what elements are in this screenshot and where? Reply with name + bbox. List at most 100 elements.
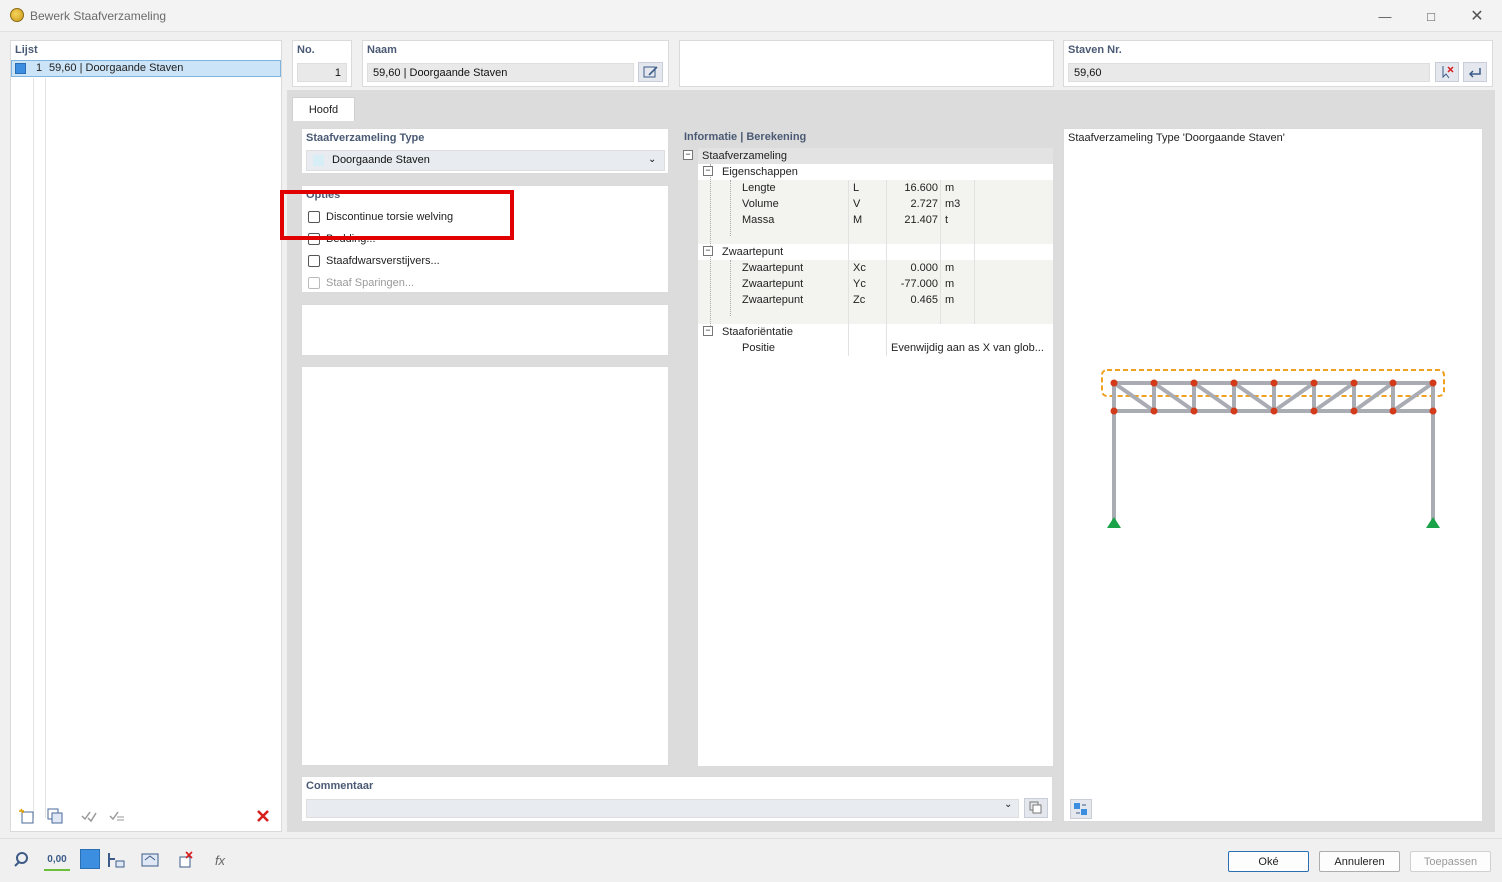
- function-icon: fx: [214, 852, 226, 868]
- collapse-icon[interactable]: −: [683, 150, 693, 160]
- view-button[interactable]: [138, 849, 162, 871]
- row-value: -77.000: [900, 278, 938, 290]
- preview-panel: Staafverzameling Type 'Doorgaande Staven…: [1063, 128, 1483, 822]
- list-item[interactable]: 1 59,60 | Doorgaande Staven: [11, 60, 281, 77]
- new-item-button[interactable]: [15, 805, 39, 827]
- search-button[interactable]: [10, 849, 34, 871]
- select-button[interactable]: [174, 849, 198, 871]
- collapse-icon[interactable]: −: [703, 166, 713, 176]
- chevron-down-icon: ⌄: [648, 154, 657, 165]
- naam-field[interactable]: 59,60 | Doorgaande Staven: [367, 63, 634, 82]
- check-all-button[interactable]: [77, 805, 101, 827]
- ok-button[interactable]: Oké: [1228, 851, 1309, 872]
- checkbox: [308, 277, 320, 289]
- color-button[interactable]: [80, 849, 100, 869]
- delete-item-button[interactable]: [251, 805, 275, 827]
- minimize-button[interactable]: —: [1362, 0, 1408, 32]
- column-divider: [940, 180, 941, 324]
- row-symbol: M: [853, 214, 863, 226]
- formula-button[interactable]: fx: [208, 849, 232, 871]
- tree-guide: [45, 78, 46, 818]
- tree-root-label: Staafverzameling: [702, 150, 787, 162]
- checkbox[interactable]: [308, 255, 320, 267]
- select-members-button[interactable]: [1435, 62, 1459, 82]
- empty-panel: [301, 304, 669, 356]
- option-staaf-sparingen: Staaf Sparingen...: [308, 276, 508, 292]
- row-value: 21.407: [904, 214, 938, 226]
- pick-cursor-icon: [1442, 66, 1454, 79]
- table-row: Positie Evenwijdig aan as X van glob...: [698, 340, 1053, 356]
- row-value: 0.465: [910, 294, 938, 306]
- row-unit: m: [945, 182, 955, 194]
- table-row: Zwaartepunt Yc -77.000 m: [698, 276, 1053, 292]
- type-header: Staafverzameling Type: [306, 132, 425, 144]
- row-value: Evenwijdig aan as X van glob...: [891, 342, 1044, 354]
- units-button[interactable]: 0,00: [44, 849, 70, 871]
- info-panel: Informatie | Berekening Staafverzameling…: [679, 128, 1054, 766]
- tree-group[interactable]: Staaforiëntatie: [698, 324, 1053, 340]
- collapse-icon[interactable]: −: [703, 246, 713, 256]
- row-name: Positie: [742, 342, 776, 354]
- empty-panel: [301, 366, 669, 766]
- uncheck-all-button[interactable]: [105, 805, 129, 827]
- comment-header: Commentaar: [306, 780, 374, 792]
- tree-line: [730, 180, 731, 236]
- table-row: Zwaartepunt Zc 0.465 m: [698, 292, 1053, 308]
- naam-box: Naam 59,60 | Doorgaande Staven: [362, 40, 669, 87]
- close-button[interactable]: ✕: [1454, 0, 1500, 32]
- collapse-icon[interactable]: −: [703, 326, 713, 336]
- tree-line: [730, 260, 731, 316]
- return-arrow-icon: [1468, 68, 1481, 78]
- row-name: Lengte: [742, 182, 776, 194]
- row-name: Volume: [742, 198, 779, 210]
- list-panel: Lijst 1 59,60 | Doorgaande Staven: [10, 40, 282, 832]
- cancel-button[interactable]: Annuleren: [1319, 851, 1400, 872]
- row-name: Zwaartepunt: [742, 294, 804, 306]
- maximize-button[interactable]: □: [1408, 0, 1454, 32]
- tab-hoofd[interactable]: Hoofd: [292, 97, 355, 122]
- staven-field[interactable]: 59,60: [1068, 63, 1430, 82]
- row-unit: m: [945, 262, 955, 274]
- comment-copy-button[interactable]: [1024, 798, 1048, 818]
- tree-root[interactable]: Staafverzameling: [698, 148, 1053, 164]
- color-swatch-icon: [15, 63, 26, 74]
- column-divider: [974, 180, 975, 324]
- row-unit: m: [945, 278, 955, 290]
- tree-group[interactable]: Eigenschappen: [698, 164, 1053, 180]
- naam-label: Naam: [367, 44, 397, 56]
- preview-title: Staafverzameling Type 'Doorgaande Staven…: [1068, 132, 1285, 144]
- tree-group[interactable]: Zwaartepunt: [698, 244, 1053, 260]
- empty-box: [679, 40, 1054, 87]
- copy-item-button[interactable]: [43, 805, 67, 827]
- footer-bar: 0,00 fx Oké Annuleren Toepassen: [0, 838, 1502, 882]
- reverse-button[interactable]: [1463, 62, 1487, 82]
- row-name: Massa: [742, 214, 775, 226]
- swap-view-icon: [1074, 803, 1087, 815]
- select-x-icon: [179, 851, 193, 868]
- column-divider: [886, 180, 887, 356]
- column-divider: [848, 180, 849, 356]
- edit-name-button[interactable]: [638, 62, 663, 82]
- window-title: Bewerk Staafverzameling: [30, 9, 167, 23]
- comment-input[interactable]: [306, 799, 1019, 818]
- apply-button: Toepassen: [1410, 851, 1491, 872]
- row-unit: t: [945, 214, 949, 226]
- tree-group-label: Eigenschappen: [722, 166, 798, 178]
- type-select[interactable]: Doorgaande Staven ⌄: [306, 150, 665, 171]
- no-field[interactable]: 1: [297, 63, 347, 82]
- edit-icon: [643, 66, 658, 78]
- search-icon: [14, 852, 28, 867]
- comment-panel: Commentaar ⌄: [301, 776, 1053, 822]
- table-row-spacer: [698, 228, 1053, 244]
- title-bar: Bewerk Staafverzameling — □ ✕: [0, 0, 1502, 32]
- truss-preview: [1101, 369, 1445, 528]
- properties-button[interactable]: [104, 849, 128, 871]
- app-icon: [10, 8, 24, 22]
- row-symbol: Zc: [853, 294, 866, 306]
- option-staafdwarsverstijvers[interactable]: Staafdwarsverstijvers...: [308, 254, 508, 270]
- chevron-down-icon[interactable]: ⌄: [1004, 799, 1012, 810]
- row-value: 16.600: [904, 182, 938, 194]
- list-item-label: 59,60 | Doorgaande Staven: [49, 62, 184, 74]
- row-unit: m3: [945, 198, 961, 210]
- preview-options-button[interactable]: [1070, 799, 1092, 819]
